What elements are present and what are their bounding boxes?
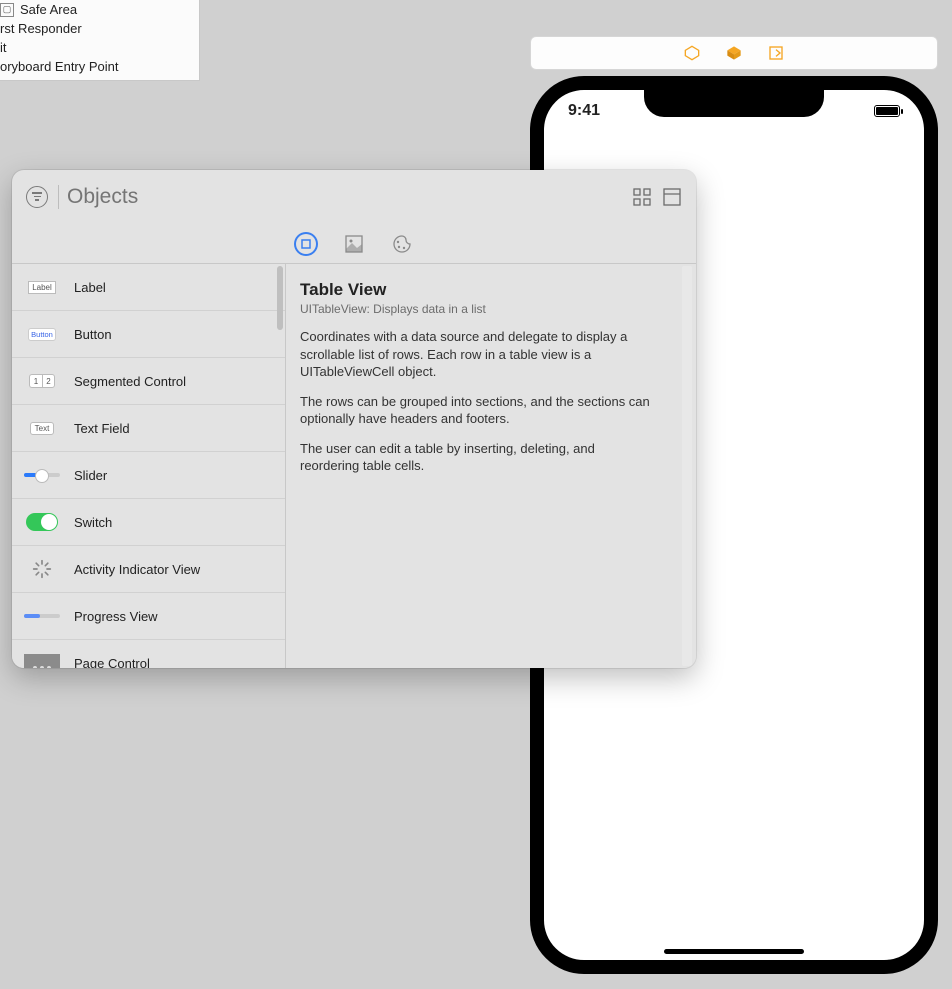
list-item[interactable]: Slider [12, 452, 285, 499]
activity-thumb-icon [24, 556, 60, 582]
list-item[interactable]: Text Text Field [12, 405, 285, 452]
detail-subtitle: UITableView: Displays data in a list [300, 302, 676, 316]
detail-title: Table View [300, 280, 676, 300]
detail-scrollbar-track [682, 266, 692, 666]
list-item[interactable]: Activity Indicator View [12, 546, 285, 593]
filter-icon[interactable] [26, 186, 48, 208]
scrollbar[interactable] [277, 266, 283, 330]
list-view-icon[interactable] [662, 187, 682, 207]
outline-item-label: oryboard Entry Point [0, 59, 119, 74]
list-item[interactable]: Page Control [12, 640, 285, 668]
scene-toolbar [530, 36, 938, 70]
status-bar: 9:41 [544, 102, 924, 120]
tab-media[interactable] [344, 234, 364, 254]
list-item-label: Slider [74, 468, 107, 483]
label-thumb-icon: Label [24, 274, 60, 300]
outline-item-safe-area[interactable]: ▢ Safe Area [0, 0, 199, 19]
list-item[interactable]: Label Label [12, 264, 285, 311]
list-item[interactable]: 12 Segmented Control [12, 358, 285, 405]
list-item-label: Switch [74, 515, 112, 530]
home-indicator [664, 949, 804, 954]
textfield-thumb-icon: Text [24, 415, 60, 441]
detail-paragraph: The rows can be grouped into sections, a… [300, 393, 650, 428]
list-item-label: Label [74, 280, 106, 295]
object-detail: Table View UITableView: Displays data in… [286, 264, 696, 668]
scene-hex-icon[interactable] [684, 45, 700, 61]
scene-cube-icon[interactable] [726, 45, 742, 61]
outline-item-label: it [0, 40, 7, 55]
list-item-label: Activity Indicator View [74, 562, 200, 577]
list-item[interactable]: Progress View [12, 593, 285, 640]
battery-icon [874, 105, 900, 117]
list-item-label: Page Control [74, 656, 150, 669]
document-outline: ▢ Safe Area rst Responder it oryboard En… [0, 0, 200, 81]
outline-item-entry-point[interactable]: oryboard Entry Point [0, 57, 199, 76]
list-item-label: Button [74, 327, 112, 342]
detail-paragraph: The user can edit a table by inserting, … [300, 440, 650, 475]
outline-item-label: Safe Area [20, 2, 77, 17]
progress-thumb-icon [24, 603, 60, 629]
status-time: 9:41 [568, 102, 600, 120]
objects-list[interactable]: Label Label Button Button 12 Segmented C… [12, 264, 286, 668]
tab-color[interactable] [392, 234, 412, 254]
list-item-label: Segmented Control [74, 374, 186, 389]
switch-thumb-icon [24, 509, 60, 535]
list-item[interactable]: Switch [12, 499, 285, 546]
detail-paragraph: Coordinates with a data source and deleg… [300, 328, 650, 381]
list-item[interactable]: Button Button [12, 311, 285, 358]
safe-area-icon: ▢ [0, 3, 14, 17]
pagecontrol-thumb-icon [24, 650, 60, 668]
library-tabs [12, 224, 696, 264]
button-thumb-icon: Button [24, 321, 60, 347]
library-popover: Label Label Button Button 12 Segmented C… [12, 170, 696, 668]
scene-exit-icon[interactable] [768, 45, 784, 61]
library-search-input[interactable] [58, 185, 622, 209]
list-item-label: Text Field [74, 421, 130, 436]
segmented-thumb-icon: 12 [24, 368, 60, 394]
outline-item-first-responder[interactable]: rst Responder [0, 19, 199, 38]
outline-item-exit[interactable]: it [0, 38, 199, 57]
library-header [12, 170, 696, 224]
grid-view-icon[interactable] [632, 187, 652, 207]
tab-objects[interactable] [296, 234, 316, 254]
list-item-label: Progress View [74, 609, 158, 624]
slider-thumb-icon [24, 462, 60, 488]
outline-item-label: rst Responder [0, 21, 82, 36]
